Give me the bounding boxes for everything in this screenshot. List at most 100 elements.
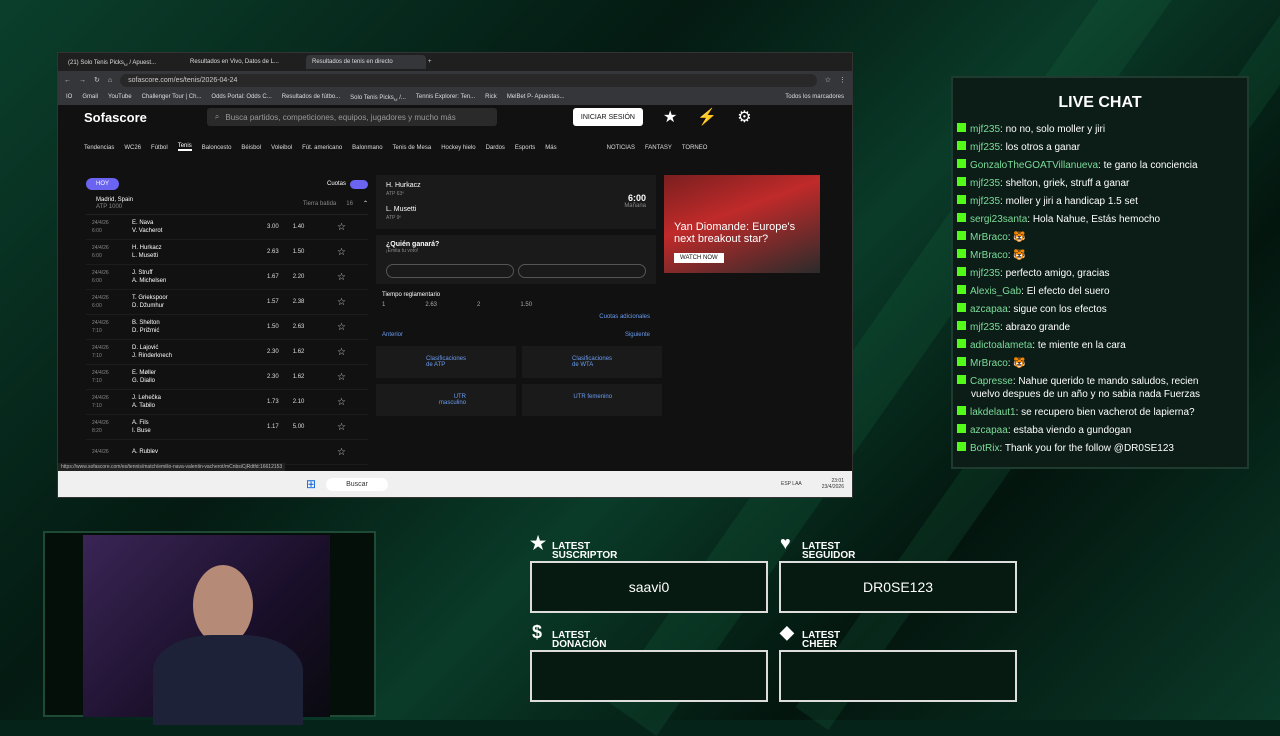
login-button[interactable]: INICIAR SESIÓN (572, 108, 643, 126)
toggle-switch[interactable] (350, 179, 368, 189)
bookmark-item[interactable]: YouTube (108, 94, 132, 100)
bookmark-item[interactable]: Odds Portal: Odds C... (211, 94, 271, 100)
bolt-icon[interactable]: ⚡ (697, 107, 717, 127)
nav-item[interactable]: Tenis de Mesa (393, 145, 432, 151)
nav-fantasy[interactable]: FANTASY (645, 145, 672, 151)
nav-item[interactable]: Dardos (486, 145, 505, 151)
odds-1[interactable]: 1.17 (267, 423, 279, 431)
vote-player-1-button[interactable] (386, 264, 514, 278)
today-button[interactable]: HOY (86, 178, 120, 190)
reload-icon[interactable]: ↻ (94, 76, 100, 84)
odds-2[interactable]: 1.62 (293, 348, 305, 356)
odds-2[interactable]: 2.10 (293, 398, 305, 406)
bookmark-item[interactable]: Solo Tenis Picks␣ /... (350, 94, 406, 101)
favorite-star-icon[interactable]: ☆ (337, 447, 346, 458)
url-field[interactable]: sofascore.com/es/tenis/2026-04-24 (120, 73, 817, 87)
odds-1[interactable]: 1.50 (267, 323, 279, 331)
featured-match[interactable]: H. Hurkacz ATP 63º L. Musetti ATP 9º 6:0… (376, 175, 656, 229)
favorite-star-icon[interactable]: ☆ (337, 272, 346, 283)
odds-2[interactable]: 2.38 (293, 298, 305, 306)
odds-value-2[interactable]: 1.50 (520, 302, 532, 308)
windows-start-icon[interactable]: ⊞ (306, 477, 316, 491)
utr-men-link[interactable]: UTR masculino (376, 384, 517, 416)
more-odds-link[interactable]: Cuotas adicionales (382, 314, 650, 320)
odds-value-1[interactable]: 2.63 (425, 302, 437, 308)
ad-cta-button[interactable]: WATCH NOW (674, 253, 724, 263)
bookmark-item[interactable]: IO (66, 94, 72, 100)
odds-2[interactable]: 1.40 (293, 223, 305, 231)
odds-2[interactable]: 1.50 (293, 248, 305, 256)
match-row[interactable]: 24/4/26 8:20 A. Fils I. Buse 1.17 5.00 ☆ (86, 415, 368, 440)
browser-tab[interactable]: (21) Solo Tenis Picks␣ / Apuest... (62, 55, 182, 69)
favorite-star-icon[interactable]: ☆ (337, 247, 346, 258)
wta-rankings-link[interactable]: Clasificaciones de WTA (522, 346, 663, 378)
odds-1[interactable]: 3.00 (267, 223, 279, 231)
nav-item[interactable]: WC26 (124, 145, 141, 151)
home-icon[interactable]: ⌂ (108, 77, 112, 84)
menu-icon[interactable]: ⋮ (839, 76, 846, 84)
bookmark-item[interactable]: Gmail (82, 94, 98, 100)
nav-item[interactable]: Fút. americano (302, 145, 342, 151)
favorite-star-icon[interactable]: ☆ (337, 397, 346, 408)
nav-item-tenis[interactable]: Tenis (177, 143, 192, 151)
star-icon[interactable]: ★ (663, 107, 677, 127)
match-row[interactable]: 24/4/26 7:10 J. Lehečka A. Tabilo 1.73 2.10… (86, 390, 368, 415)
back-icon[interactable]: ← (64, 77, 71, 84)
odds-2[interactable]: 1.62 (293, 373, 305, 381)
bookmark-item[interactable]: MelBet P- Apuestas... (507, 94, 565, 100)
favorite-star-icon[interactable]: ☆ (337, 422, 346, 433)
favorite-star-icon[interactable]: ☆ (337, 222, 346, 233)
favorite-star-icon[interactable]: ☆ (337, 347, 346, 358)
next-link[interactable]: Siguiente (625, 332, 650, 338)
tournament-header[interactable]: Madrid, Spain ATP 1000 Tierra batida 16 ⌃ (86, 193, 368, 215)
odds-1[interactable]: 1.57 (267, 298, 279, 306)
favorite-star-icon[interactable]: ☆ (337, 297, 346, 308)
odds-1[interactable]: 2.30 (267, 348, 279, 356)
match-row[interactable]: 24/4/26 A. Rublev ☆ (86, 440, 368, 465)
gear-icon[interactable]: ⚙ (737, 107, 751, 127)
odds-toggle[interactable]: Cuotas (327, 179, 368, 189)
match-row[interactable]: 24/4/26 6:00 H. Hurkacz L. Musetti 2.63 1.5… (86, 240, 368, 265)
favorite-star-icon[interactable]: ☆ (337, 322, 346, 333)
prev-link[interactable]: Anterior (382, 332, 403, 338)
odds-1[interactable]: 2.30 (267, 373, 279, 381)
nav-item[interactable]: Más (545, 145, 556, 151)
odds-2[interactable]: 2.20 (293, 273, 305, 281)
bookmark-item[interactable]: Tennis Explorer: Ten... (416, 94, 475, 100)
odds-1[interactable]: 1.67 (267, 273, 279, 281)
new-tab-icon[interactable]: + (428, 59, 432, 65)
nav-item[interactable]: Béisbol (241, 145, 261, 151)
match-row[interactable]: 24/4/26 6:00 T. Griekspoor D. Džumhur 1.57… (86, 290, 368, 315)
favorite-star-icon[interactable]: ☆ (337, 372, 346, 383)
match-row[interactable]: 24/4/26 7:10 D. Lajović J. Rinderknech 2.3… (86, 340, 368, 365)
taskbar-search[interactable]: Buscar (326, 477, 388, 491)
nav-item[interactable]: Fútbol (151, 145, 168, 151)
video-ad[interactable]: Yan Diomande: Europe's next breakout sta… (664, 175, 820, 273)
site-search-input[interactable]: ⌕ Busca partidos, competiciones, equipos,… (206, 108, 497, 126)
forward-icon[interactable]: → (79, 77, 86, 84)
site-logo[interactable]: Sofascore (84, 110, 147, 125)
nav-item[interactable]: Esports (515, 145, 535, 151)
chevron-up-icon[interactable]: ⌃ (363, 200, 368, 207)
odds-2[interactable]: 5.00 (293, 423, 305, 431)
bookmark-item[interactable]: Rick (485, 94, 497, 100)
match-row[interactable]: 24/4/26 7:10 B. Shelton D. Prižmić 1.50 2.6… (86, 315, 368, 340)
bookmark-star-icon[interactable]: ☆ (825, 76, 831, 84)
atp-rankings-link[interactable]: Clasificaciones de ATP (376, 346, 517, 378)
odds-1[interactable]: 1.73 (267, 398, 279, 406)
bookmark-item[interactable]: Resultados de fútbo... (282, 94, 340, 100)
nav-item[interactable]: Baloncesto (202, 145, 232, 151)
nav-item[interactable]: Balonmano (352, 145, 382, 151)
bookmark-item[interactable]: Challenger Tour | Ch... (142, 94, 202, 100)
odds-1[interactable]: 2.63 (267, 248, 279, 256)
bookmark-item[interactable]: Todos los marcadores (785, 94, 844, 100)
match-row[interactable]: 24/4/26 6:00 E. Nava V. Vacherot 3.00 1.40 … (86, 215, 368, 240)
nav-item[interactable]: Hockey hielo (441, 145, 475, 151)
vote-player-2-button[interactable] (518, 264, 646, 278)
browser-tab[interactable]: Resultados en Vivo, Datos de L... (184, 55, 304, 69)
nav-item[interactable]: Voleibol (271, 145, 292, 151)
browser-tab-active[interactable]: Resultados de tenis en directo (306, 55, 426, 69)
match-row[interactable]: 24/4/26 6:00 J. Struff A. Michelsen 1.67 2.… (86, 265, 368, 290)
nav-noticias[interactable]: NOTICIAS (607, 145, 635, 151)
odds-2[interactable]: 2.63 (293, 323, 305, 331)
